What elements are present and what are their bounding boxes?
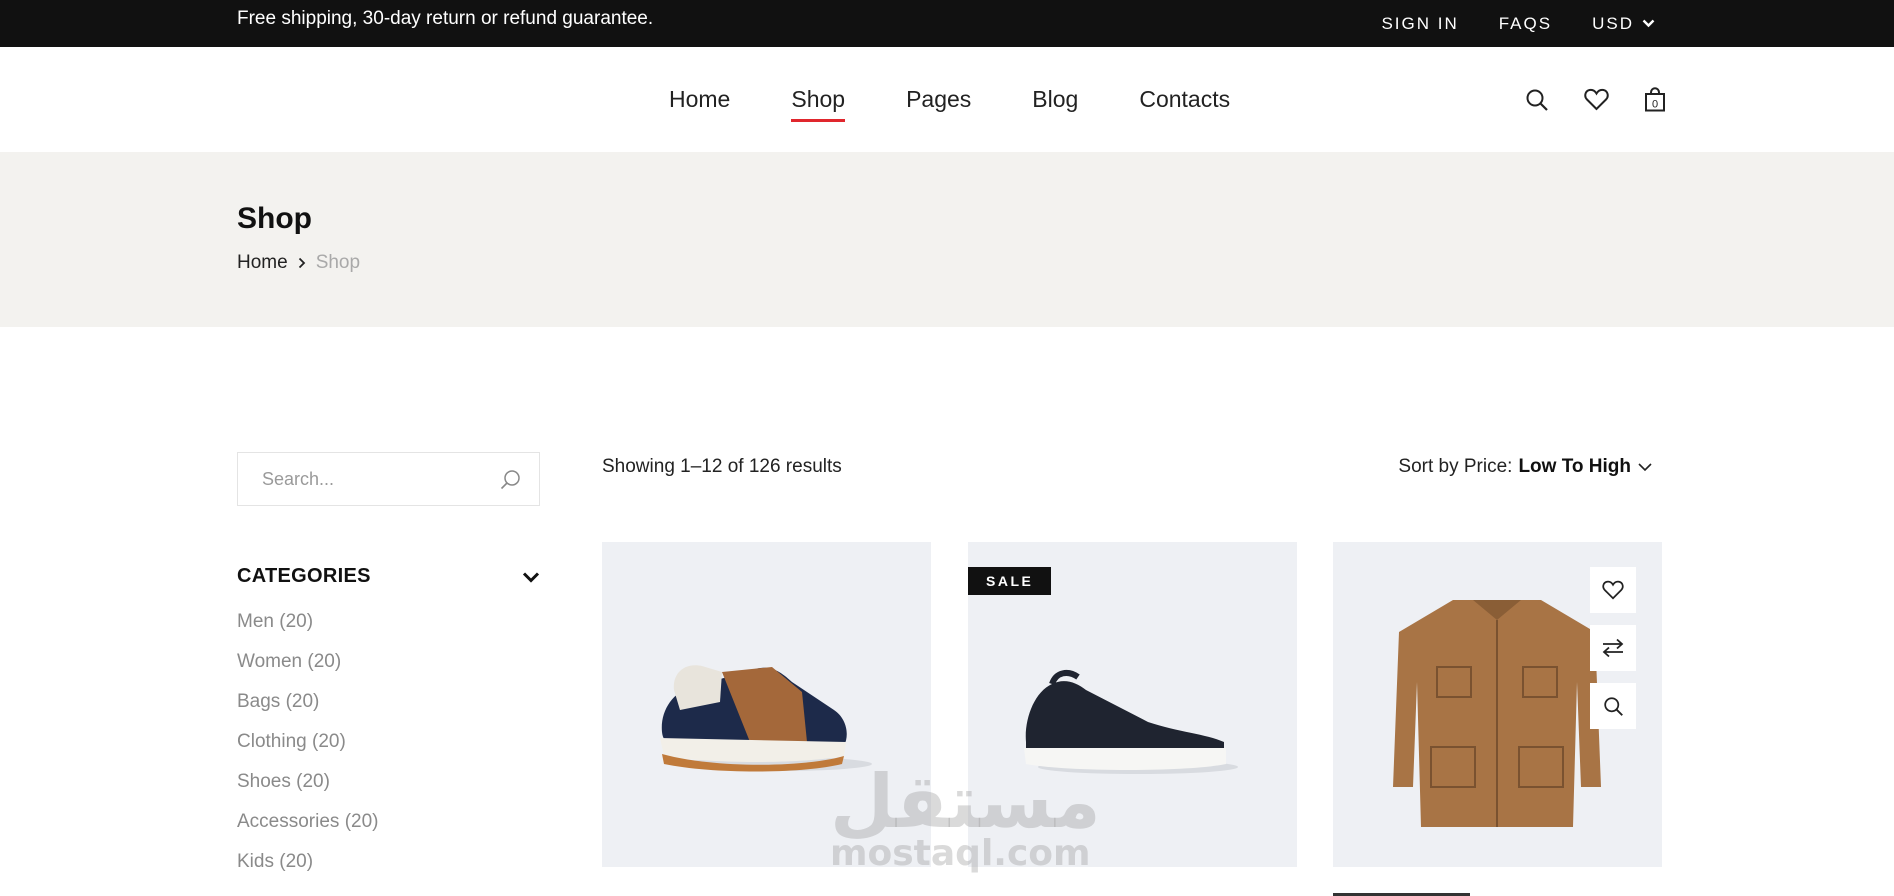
cart-icon[interactable]: 0 (1644, 87, 1666, 112)
chevron-down-icon[interactable] (522, 571, 540, 583)
categories-title: CATEGORIES (237, 565, 371, 587)
search-icon[interactable] (500, 469, 521, 490)
category-men[interactable]: Men (20) (237, 602, 540, 642)
chevron-down-icon (1638, 463, 1652, 472)
sidebar: CATEGORIES Men (20) Women (20) Bags (20)… (237, 452, 540, 882)
top-bar-links: SIGN IN FAQS USD (1381, 0, 1655, 47)
sort-dropdown[interactable]: Sort by Price: Low To High (1398, 456, 1653, 478)
cart-count: 0 (1652, 99, 1658, 111)
nav-item-contacts[interactable]: Contacts (1139, 86, 1230, 113)
category-clothing[interactable]: Clothing (20) (237, 722, 540, 762)
category-accessories[interactable]: Accessories (20) (237, 802, 540, 842)
product-card[interactable] (1333, 542, 1662, 867)
chevron-down-icon (1642, 19, 1655, 28)
promo-text: Free shipping, 30-day return or refund g… (237, 8, 654, 29)
faqs-link[interactable]: FAQS (1499, 14, 1552, 34)
categories-header[interactable]: CATEGORIES (237, 565, 540, 588)
breadcrumb: Home Shop (237, 252, 360, 274)
main-nav: Home Shop Pages Blog Contacts (669, 47, 1230, 152)
nav-item-blog[interactable]: Blog (1032, 86, 1078, 113)
watermark-latin: mostaql.com (830, 833, 1091, 874)
watermark: مستقل mostaql.com (830, 759, 1101, 874)
chevron-right-icon (298, 257, 305, 269)
sign-in-link[interactable]: SIGN IN (1381, 14, 1458, 34)
search-input[interactable] (262, 468, 482, 490)
category-list: Men (20) Women (20) Bags (20) Clothing (… (237, 602, 540, 882)
results-count: Showing 1–12 of 126 results (602, 456, 842, 477)
search-icon (1603, 696, 1623, 716)
heart-icon (1602, 580, 1624, 600)
category-shoes[interactable]: Shoes (20) (237, 762, 540, 802)
compare-button[interactable] (1590, 625, 1636, 671)
watermark-arabic: مستقل (830, 759, 1101, 845)
search-box (237, 452, 540, 506)
nav-item-pages[interactable]: Pages (906, 86, 971, 113)
wishlist-button[interactable] (1590, 567, 1636, 613)
top-bar: Free shipping, 30-day return or refund g… (0, 0, 1894, 47)
sale-badge: SALE (968, 567, 1052, 595)
breadcrumb-current: Shop (315, 252, 361, 273)
breadcrumb-home[interactable]: Home (237, 252, 288, 274)
nav-item-shop[interactable]: Shop (791, 86, 845, 122)
main-header: Home Shop Pages Blog Contacts 0 (0, 47, 1894, 152)
search-icon[interactable] (1525, 88, 1549, 112)
page-title: Shop (237, 202, 312, 235)
category-bags[interactable]: Bags (20) (237, 682, 540, 722)
product-actions (1590, 567, 1636, 729)
quick-view-button[interactable] (1590, 683, 1636, 729)
heart-icon[interactable] (1584, 88, 1609, 111)
sort-value: Low To High (1518, 456, 1631, 477)
compare-arrows-icon (1602, 638, 1624, 658)
header-icons: 0 (1525, 47, 1666, 152)
category-women[interactable]: Women (20) (237, 642, 540, 682)
currency-selector[interactable]: USD (1592, 14, 1655, 34)
category-kids[interactable]: Kids (20) (237, 842, 540, 882)
currency-label: USD (1592, 13, 1634, 33)
nav-item-home[interactable]: Home (669, 86, 730, 113)
page-banner: Shop Home Shop (0, 152, 1894, 327)
sort-label: Sort by Price: (1398, 456, 1513, 477)
